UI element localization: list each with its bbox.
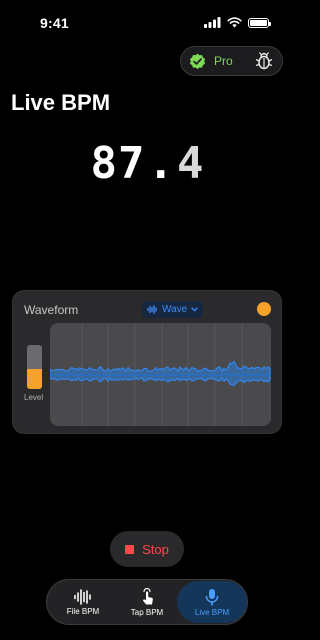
bpm-integer: 87 [90,138,146,189]
waveform-card: Waveform Wave Level [12,290,282,434]
status-icons [204,17,271,28]
hand-tap-icon [143,587,153,604]
pro-label: Pro [214,54,233,68]
tab-label: File BPM [66,606,100,616]
level-meter-fill [27,369,42,389]
waveform-mode-label: Wave [162,304,188,315]
level-label: Level [24,393,44,402]
page-title: Live BPM [11,90,111,115]
tab-label: Live BPM [194,607,230,617]
microphone-icon [205,588,219,606]
waveform-display [50,323,271,426]
stop-icon [125,544,135,554]
battery-icon [248,17,271,28]
stop-label: Stop [142,541,169,557]
bpm-readout: 87.4 [0,138,295,189]
waveform-icon [147,305,157,314]
waveform-icon [74,588,91,605]
status-bar: 9:41 [0,0,295,44]
bug-icon[interactable] [254,51,274,71]
waveform-title: Waveform [24,303,79,317]
stop-button[interactable]: Stop [110,531,184,567]
tab-live-bpm[interactable]: Live BPM [177,581,247,623]
bpm-decimal-point: . [147,138,175,189]
tab-tap-bpm[interactable]: Tap BPM [117,581,177,623]
recording-indicator [257,302,271,316]
verified-badge-icon [189,53,206,69]
pro-status-pill[interactable]: Pro [180,46,283,76]
chevron-down-icon [191,307,198,312]
waveform-plot [50,323,271,426]
tab-file-bpm[interactable]: File BPM [53,581,113,623]
waveform-mode-select[interactable]: Wave [142,301,204,318]
signal-icon [204,17,221,28]
wifi-icon [227,17,242,28]
level-meter [27,345,42,389]
bpm-fraction: 4 [176,138,205,189]
tab-bar: File BPM Tap BPM Live BPM [46,579,248,625]
status-time: 9:41 [40,15,69,31]
tab-label: Tap BPM [130,607,164,617]
